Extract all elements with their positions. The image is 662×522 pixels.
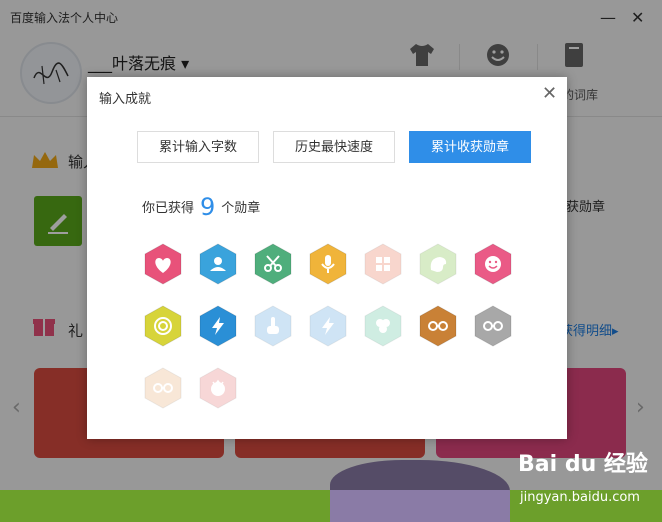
- lightning-badge-icon[interactable]: [306, 304, 350, 348]
- heart-badge-icon[interactable]: [141, 242, 185, 286]
- smile-badge-icon[interactable]: [471, 242, 515, 286]
- summary-suffix: 个勋章: [221, 201, 261, 216]
- grid-badge-icon[interactable]: [361, 242, 405, 286]
- achievement-dialog: 输入成就 ✕ 累计输入字数 历史最快速度 累计收获勋章 你已获得 9 个勋章: [87, 77, 567, 439]
- watermark-url: jingyan.baidu.com: [520, 490, 640, 505]
- user-badge-icon[interactable]: [196, 242, 240, 286]
- clover-badge-icon[interactable]: [361, 304, 405, 348]
- glasses-badge-icon[interactable]: [141, 366, 185, 410]
- lightning-badge-icon[interactable]: [196, 304, 240, 348]
- dialog-title: 输入成就: [99, 92, 152, 107]
- snail-badge-icon[interactable]: [141, 304, 185, 348]
- face-badge-icon[interactable]: [196, 366, 240, 410]
- summary-prefix: 你已获得: [142, 201, 195, 216]
- glasses-badge-icon[interactable]: [471, 304, 515, 348]
- badge-count-summary: 你已获得 9 个勋章: [142, 193, 260, 221]
- watermark-logo: Bai du 经验: [518, 452, 648, 477]
- watermark: Bai du 经验 jingyan.baidu.com: [518, 446, 658, 516]
- tab-total-chars[interactable]: 累计输入字数: [137, 131, 259, 163]
- finger-badge-icon[interactable]: [251, 304, 295, 348]
- microphone-badge-icon[interactable]: [306, 242, 350, 286]
- scissors-badge-icon[interactable]: [251, 242, 295, 286]
- badge-count: 9: [200, 193, 216, 221]
- palette-badge-icon[interactable]: [416, 242, 460, 286]
- tab-total-badges[interactable]: 累计收获勋章: [409, 131, 531, 163]
- tab-fastest-speed[interactable]: 历史最快速度: [273, 131, 395, 163]
- close-icon[interactable]: ✕: [542, 83, 557, 104]
- glasses-badge-icon[interactable]: [416, 304, 460, 348]
